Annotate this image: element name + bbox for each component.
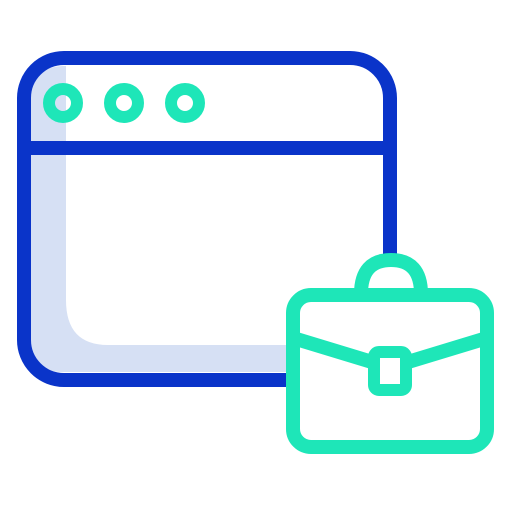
window-dot-icon [104,83,144,123]
window-dot-icon [165,83,205,123]
icon-canvas [0,0,512,512]
browser-window-with-briefcase-icon [17,51,494,454]
briefcase-clasp [368,346,412,396]
briefcase-icon [286,253,494,454]
